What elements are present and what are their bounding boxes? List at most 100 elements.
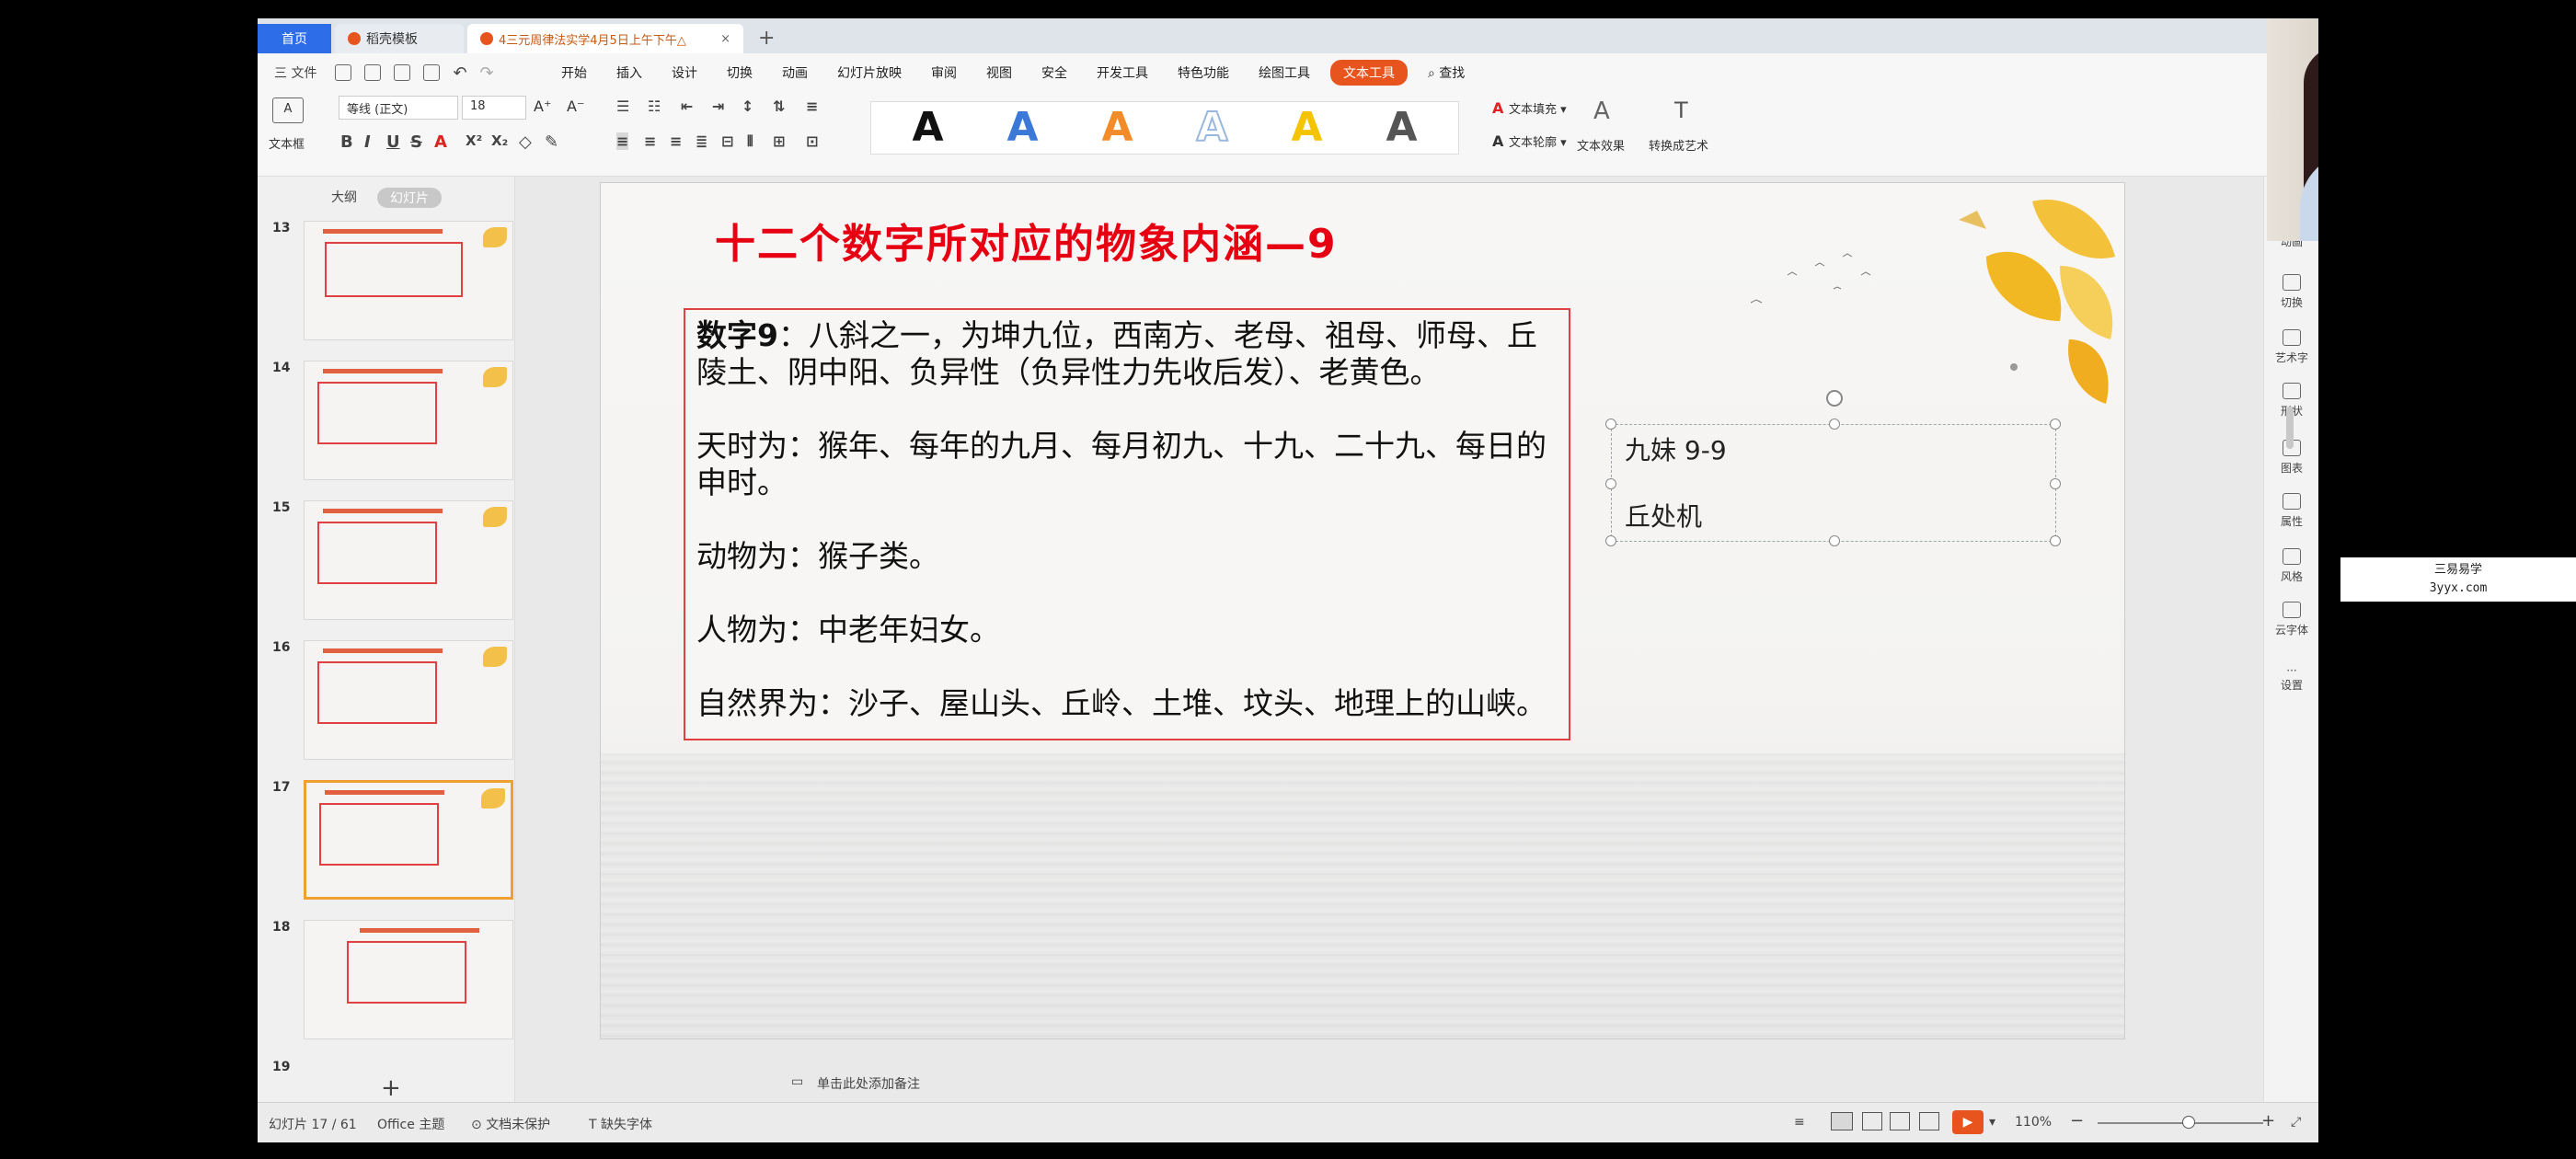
tab-document[interactable]: 4三元周律法实学4月5日上午下午△ ×: [467, 24, 743, 53]
slide-sorter-icon[interactable]: [1862, 1112, 1882, 1130]
align-center-icon[interactable]: ≡: [644, 132, 656, 150]
style-blue-a[interactable]: A: [1006, 108, 1038, 148]
slide-thumbnail[interactable]: [304, 221, 513, 340]
zoom-out-icon[interactable]: −: [2070, 1111, 2084, 1130]
slide-thumbnail[interactable]: [304, 640, 513, 760]
redo-icon[interactable]: ↷: [480, 63, 494, 83]
notes-bar[interactable]: ▭ 单击此处添加备注: [515, 1067, 2263, 1100]
slide-17[interactable]: 十二个数字所对应的物象内涵—9 数字9：八斜之一，为坤九位，西南方、老母、祖母、…: [600, 182, 2125, 1039]
resize-handle[interactable]: [1605, 478, 1616, 489]
numbered-list-icon[interactable]: ☷: [648, 98, 661, 115]
menu-review[interactable]: 审阅: [922, 60, 966, 86]
resize-handle[interactable]: [1605, 535, 1616, 546]
file-menu[interactable]: 三 文件: [274, 63, 316, 82]
bullet-list-icon[interactable]: ☰: [616, 98, 629, 115]
subscript-icon[interactable]: X₂: [491, 132, 508, 149]
notes-placeholder[interactable]: 单击此处添加备注: [817, 1074, 920, 1093]
undo-icon[interactable]: ↶: [453, 63, 466, 83]
side-style[interactable]: 风格: [2264, 548, 2318, 584]
convert-art-button[interactable]: 转换成艺术: [1649, 136, 1708, 154]
font-name-select[interactable]: 等线 (正文): [339, 96, 458, 120]
side-cloud-font[interactable]: 云字体: [2264, 602, 2318, 637]
font-grow-button[interactable]: A⁺: [534, 98, 551, 115]
search-button[interactable]: ⌕ 查找: [1419, 60, 1474, 86]
italic-icon[interactable]: I: [364, 132, 371, 152]
doc-protect-button[interactable]: ⊙ 文档未保护: [471, 1115, 550, 1133]
tab-outline[interactable]: 大纲: [331, 188, 357, 208]
menu-drawing-tools[interactable]: 绘图工具: [1249, 60, 1319, 86]
slide-thumbnail[interactable]: [304, 500, 513, 620]
resize-handle[interactable]: [1829, 535, 1840, 546]
menu-home[interactable]: 开始: [552, 60, 596, 86]
export-pdf-icon[interactable]: [364, 64, 382, 81]
font-shrink-button[interactable]: A⁻: [567, 98, 584, 115]
menu-security[interactable]: 安全: [1032, 60, 1076, 86]
tab-templates[interactable]: 稻壳模板: [335, 24, 464, 53]
content-text-box[interactable]: 数字9：八斜之一，为坤九位，西南方、老母、祖母、师母、丘陵土、阴中阳、负异性（负…: [684, 308, 1570, 740]
bold-icon[interactable]: B: [340, 132, 353, 152]
slideshow-dropdown-icon[interactable]: ▾: [1989, 1115, 1995, 1130]
slide-thumbnail[interactable]: [304, 361, 513, 480]
menu-developer[interactable]: 开发工具: [1087, 60, 1157, 86]
menu-insert[interactable]: 插入: [607, 60, 651, 86]
text-fill-button[interactable]: A 文本填充 ▾: [1492, 99, 1567, 117]
new-tab-button[interactable]: +: [758, 24, 775, 53]
zoom-slider-thumb[interactable]: [2182, 1116, 2195, 1129]
reading-view-icon[interactable]: [1890, 1112, 1910, 1130]
resize-handle[interactable]: [1605, 419, 1616, 430]
normal-view-icon[interactable]: [1831, 1112, 1853, 1130]
strikethrough-icon[interactable]: S: [410, 132, 422, 152]
print-preview-icon[interactable]: [423, 64, 441, 81]
zoom-in-icon[interactable]: +: [2261, 1111, 2275, 1130]
vertical-scrollbar[interactable]: [2286, 407, 2294, 449]
notes-toggle-icon[interactable]: ≡: [1794, 1115, 1805, 1130]
side-transition[interactable]: 切换: [2264, 274, 2318, 310]
columns-icon[interactable]: ⫴: [747, 132, 753, 151]
menu-text-tools[interactable]: 文本工具: [1330, 60, 1408, 86]
align-right-icon[interactable]: ≡: [670, 132, 682, 150]
text-box-icon[interactable]: A: [272, 98, 304, 123]
play-slideshow-icon[interactable]: ▶: [1952, 1110, 1984, 1134]
tab-home[interactable]: 首页: [258, 24, 331, 53]
align-left-icon[interactable]: ≡: [616, 132, 629, 150]
style-yellow-a[interactable]: A: [1291, 108, 1322, 148]
convert-art-icon[interactable]: T: [1674, 98, 1688, 123]
text-direction-icon[interactable]: ⇅: [773, 98, 785, 115]
decrease-indent-icon[interactable]: ⇤: [681, 98, 693, 115]
missing-font-button[interactable]: T 缺失字体: [589, 1115, 652, 1133]
font-color-icon[interactable]: A: [434, 132, 447, 152]
superscript-icon[interactable]: X²: [466, 132, 482, 149]
rotate-handle-icon[interactable]: [1826, 390, 1843, 407]
side-properties[interactable]: 属性: [2264, 493, 2318, 529]
highlight-icon[interactable]: ✎: [545, 132, 558, 152]
slide-thumbnail-selected[interactable]: [304, 780, 513, 900]
save-icon[interactable]: [335, 64, 352, 81]
increase-indent-icon[interactable]: ⇥: [712, 98, 724, 115]
clear-format-icon[interactable]: ◇: [519, 132, 532, 152]
menu-slideshow[interactable]: 幻灯片放映: [828, 60, 911, 86]
resize-handle[interactable]: [1829, 419, 1840, 430]
selected-note-text-box[interactable]: 九妹 9-9 丘处机: [1605, 390, 2061, 546]
resize-handle[interactable]: [2050, 478, 2061, 489]
add-slide-button[interactable]: +: [381, 1074, 401, 1102]
print-icon[interactable]: [394, 64, 411, 81]
text-outline-button[interactable]: A 文本轮廓 ▾: [1492, 132, 1567, 150]
fit-window-icon[interactable]: ⤢: [2291, 1115, 2301, 1130]
zoom-slider-track[interactable]: [2098, 1122, 2263, 1124]
zoom-level[interactable]: 110%: [2015, 1115, 2052, 1130]
resize-handle[interactable]: [2050, 535, 2061, 546]
menu-view[interactable]: 视图: [977, 60, 1021, 86]
menu-design[interactable]: 设计: [662, 60, 707, 86]
menu-transition[interactable]: 切换: [718, 60, 762, 86]
line-spacing-icon[interactable]: ↕: [742, 98, 753, 115]
style-orange-a[interactable]: A: [1101, 108, 1133, 148]
notes-page-icon[interactable]: [1919, 1112, 1939, 1130]
distributed-icon[interactable]: ⊟: [721, 132, 733, 150]
menu-animation[interactable]: 动画: [773, 60, 817, 86]
text-effect-icon[interactable]: A: [1593, 98, 1610, 125]
align-text-icon[interactable]: ≡: [806, 98, 818, 115]
menu-features[interactable]: 特色功能: [1168, 60, 1238, 86]
style-black-a[interactable]: A: [912, 108, 943, 148]
vertical-align-icon[interactable]: ⊞: [773, 132, 785, 150]
resize-handle[interactable]: [2050, 419, 2061, 430]
